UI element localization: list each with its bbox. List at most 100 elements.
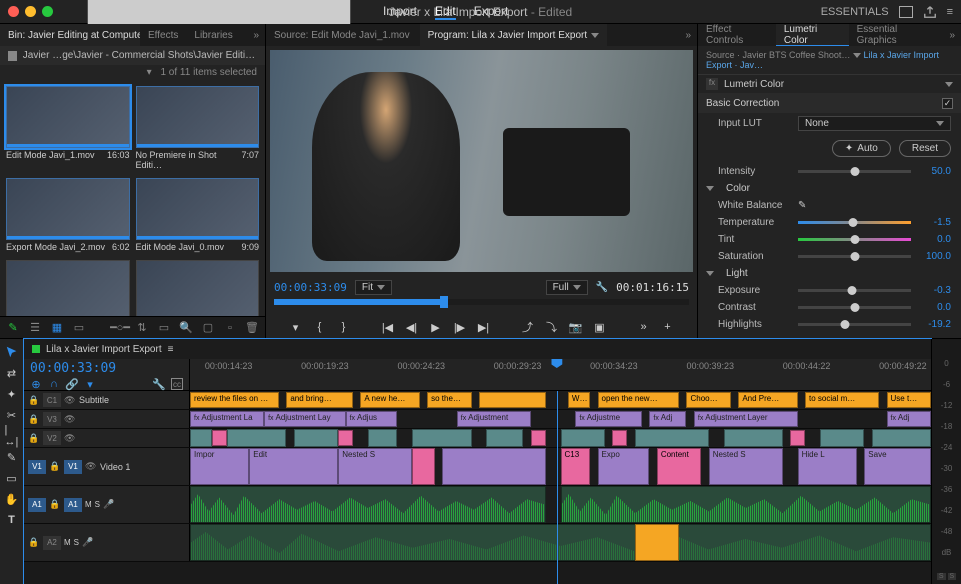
- eye-icon[interactable]: 👁: [64, 433, 76, 444]
- close-window[interactable]: [8, 6, 19, 17]
- magnet-icon[interactable]: ∩: [48, 378, 60, 390]
- track-header-a2[interactable]: 🔒A2MS🎤: [24, 524, 190, 561]
- auto-seq-icon[interactable]: ▭: [157, 321, 171, 335]
- tab-essential-graphics[interactable]: Essential Graphics: [849, 24, 944, 46]
- timeline-timecode[interactable]: 00:00:33:09: [30, 361, 183, 376]
- track-v3[interactable]: fx Adjustment La fx Adjustment Lay fx Ad…: [190, 410, 931, 428]
- add-marker-icon[interactable]: ▾: [289, 320, 303, 334]
- mic-icon[interactable]: 🎤: [82, 537, 93, 548]
- panel-menu-icon[interactable]: »: [943, 30, 961, 41]
- auto-button[interactable]: ✦Auto: [832, 140, 891, 157]
- marker-icon[interactable]: ▾: [84, 378, 96, 390]
- list-view-icon[interactable]: ☰: [28, 321, 42, 335]
- contrast-slider[interactable]: [798, 306, 911, 309]
- rect-tool-icon[interactable]: ▭: [5, 471, 19, 485]
- type-tool-icon[interactable]: T: [5, 513, 19, 527]
- track-header-a1[interactable]: A1🔒A1MS🎤: [24, 486, 190, 523]
- clip-item[interactable]: Edit Mode Javi_1.mov16:03: [6, 86, 130, 172]
- write-icon[interactable]: ✎: [6, 321, 20, 335]
- tab-libraries[interactable]: Libraries: [186, 24, 240, 46]
- wrench-icon[interactable]: 🔧: [596, 282, 608, 293]
- section-basic-correction[interactable]: Basic Correction: [698, 94, 961, 113]
- play-icon[interactable]: ▶: [429, 320, 443, 334]
- track-a1[interactable]: [190, 486, 931, 523]
- track-header-v1[interactable]: V1🔒V1👁Video 1: [24, 448, 190, 485]
- tab-source[interactable]: Source: Edit Mode Javi_1.mov: [266, 24, 418, 46]
- highlights-slider[interactable]: [798, 323, 911, 326]
- tab-program[interactable]: Program: Lila x Javier Import Export: [420, 24, 608, 46]
- new-item-icon[interactable]: ▫: [223, 321, 237, 335]
- snap-icon[interactable]: ⊕: [30, 378, 42, 390]
- button-editor-icon[interactable]: +: [661, 320, 675, 334]
- clip-item[interactable]: [6, 260, 130, 316]
- lock-icon[interactable]: 🔒: [49, 461, 61, 472]
- basic-enable-checkbox[interactable]: [942, 98, 953, 109]
- cc-icon[interactable]: cc: [171, 378, 183, 390]
- track-c1[interactable]: review the files on … and bring… A new h…: [190, 391, 931, 409]
- icon-view-icon[interactable]: ▦: [50, 321, 64, 335]
- track-a2[interactable]: [190, 524, 931, 561]
- lock-icon[interactable]: 🔒: [28, 414, 40, 425]
- track-v2[interactable]: [190, 429, 931, 447]
- effect-header[interactable]: fx Lumetri Color: [698, 75, 961, 94]
- step-fwd-icon[interactable]: |▶: [453, 320, 467, 334]
- saturation-slider[interactable]: [798, 255, 911, 258]
- step-back-icon[interactable]: ◀|: [405, 320, 419, 334]
- time-ruler[interactable]: 00:00:14:23 00:00:19:23 00:00:24:23 00:0…: [190, 359, 931, 390]
- solo-icon[interactable]: S: [74, 538, 79, 547]
- share-icon[interactable]: [923, 5, 937, 19]
- section-light[interactable]: Light: [698, 265, 961, 282]
- eye-icon[interactable]: 👁: [64, 414, 76, 425]
- go-to-out-icon[interactable]: ▶|: [477, 320, 491, 334]
- compare-icon[interactable]: ▣: [593, 320, 607, 334]
- minimize-window[interactable]: [25, 6, 36, 17]
- hand-tool-icon[interactable]: ✋: [5, 492, 19, 506]
- mark-in-icon[interactable]: {: [313, 320, 327, 334]
- more-icon[interactable]: »: [637, 320, 651, 334]
- track-v1[interactable]: Impor Edit Nested S C13 Expo Content Nes…: [190, 448, 931, 485]
- temperature-slider[interactable]: [798, 221, 911, 224]
- eye-icon[interactable]: 👁: [64, 395, 76, 406]
- track-select-tool-icon[interactable]: ⇄: [5, 366, 19, 380]
- maximize-window[interactable]: [42, 6, 53, 17]
- tint-slider[interactable]: [798, 238, 911, 241]
- clip-item[interactable]: Edit Mode Javi_0.mov9:09: [136, 178, 260, 254]
- wrench-icon[interactable]: 🔧: [153, 378, 165, 390]
- track-header-v3[interactable]: 🔒V3👁: [24, 410, 190, 428]
- source-patch-a1[interactable]: A1: [28, 498, 46, 512]
- tab-lumetri[interactable]: Lumetri Color: [776, 24, 849, 46]
- mute-icon[interactable]: M: [85, 500, 92, 509]
- breadcrumb[interactable]: Javier …ge\Javier - Commercial Shots\Jav…: [0, 46, 265, 65]
- timecode-current[interactable]: 00:00:33:09: [274, 281, 347, 294]
- scrubber[interactable]: [274, 299, 689, 305]
- slip-tool-icon[interactable]: |↔|: [5, 429, 19, 443]
- sort-icon[interactable]: ⇅: [135, 321, 149, 335]
- overflow-icon[interactable]: ≡: [947, 6, 953, 18]
- clip-item[interactable]: Export Mode Javi_2.mov6:02: [6, 178, 130, 254]
- tab-effect-controls[interactable]: Effect Controls: [698, 24, 776, 46]
- lift-icon[interactable]: ⤴: [521, 320, 535, 334]
- mark-out-icon[interactable]: }: [337, 320, 351, 334]
- mic-icon[interactable]: 🎤: [103, 499, 114, 510]
- lock-icon[interactable]: 🔒: [49, 499, 61, 510]
- program-monitor[interactable]: [270, 50, 693, 272]
- screen-icon[interactable]: [899, 6, 913, 18]
- new-bin-icon[interactable]: ▢: [201, 321, 215, 335]
- freeform-view-icon[interactable]: ▭: [72, 321, 86, 335]
- zoom-dropdown[interactable]: Fit: [355, 280, 392, 295]
- lock-icon[interactable]: 🔒: [28, 537, 40, 548]
- source-patch-v1[interactable]: V1: [28, 460, 46, 474]
- playhead-icon[interactable]: [551, 359, 562, 368]
- trash-icon[interactable]: 🗑: [245, 321, 259, 335]
- intensity-slider[interactable]: [798, 170, 911, 173]
- tab-bin[interactable]: Bin: Javier Editing at Computer B Roll: [0, 24, 140, 46]
- zoom-slider-icon[interactable]: ━○━: [113, 321, 127, 335]
- eye-icon[interactable]: 👁: [85, 461, 97, 472]
- eyedropper-icon[interactable]: ✎: [798, 200, 806, 211]
- panel-menu-icon[interactable]: »: [679, 30, 697, 41]
- exposure-slider[interactable]: [798, 289, 911, 292]
- ripple-tool-icon[interactable]: ✦: [5, 387, 19, 401]
- panel-menu-icon[interactable]: ≡: [168, 344, 174, 355]
- go-to-in-icon[interactable]: |◀: [381, 320, 395, 334]
- search-icon[interactable]: 🔍: [179, 321, 193, 335]
